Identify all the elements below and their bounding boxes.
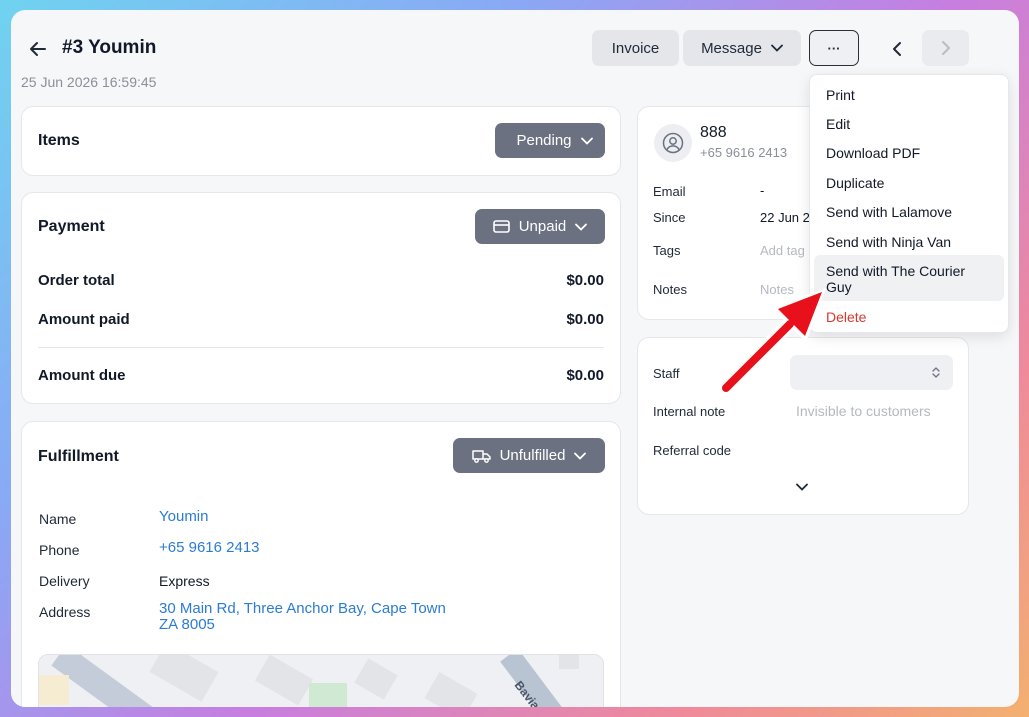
- add-tag-input[interactable]: Add tag: [760, 243, 805, 258]
- menu-item-send-courier-guy[interactable]: Send with The Courier Guy: [814, 255, 1004, 301]
- amount-paid-label: Amount paid: [38, 311, 130, 328]
- fulfillment-status-label: Unfulfilled: [499, 447, 566, 464]
- phone-link[interactable]: +65 9616 2413: [159, 539, 260, 556]
- menu-item-edit[interactable]: Edit: [814, 116, 1004, 132]
- notes-label: Notes: [653, 282, 687, 297]
- tags-label: Tags: [653, 243, 681, 258]
- fulfillment-card: Fulfillment Unfulfilled Name Youmin Phon…: [21, 421, 621, 707]
- menu-item-send-ninja-van[interactable]: Send with Ninja Van: [814, 234, 1004, 250]
- chevron-right-icon: [941, 41, 950, 55]
- menu-item-duplicate[interactable]: Duplicate: [814, 175, 1004, 191]
- delivery-map[interactable]: Bavia: [38, 654, 604, 707]
- referral-code-label: Referral code: [653, 443, 732, 458]
- back-arrow-icon[interactable]: [27, 38, 49, 60]
- chevron-down-icon: [575, 223, 588, 231]
- address-label: Address: [39, 604, 91, 620]
- order-date: 25 Jun 2026 16:59:45: [21, 74, 157, 90]
- amount-paid-value: $0.00: [566, 311, 604, 328]
- payment-status-label: Unpaid: [518, 218, 567, 235]
- chevron-down-icon: [574, 452, 587, 460]
- delivery-label: Delivery: [39, 573, 90, 589]
- address-link[interactable]: 30 Main Rd, Three Anchor Bay, Cape Town …: [159, 601, 446, 633]
- order-total-label: Order total: [38, 272, 115, 289]
- fulfillment-status-dropdown[interactable]: Unfulfilled: [453, 438, 605, 473]
- address-line-2: ZA 8005: [159, 616, 215, 633]
- invoice-button[interactable]: Invoice: [592, 30, 679, 66]
- staff-label: Staff: [653, 366, 680, 381]
- credit-card-icon: [492, 220, 510, 233]
- name-label: Name: [39, 511, 77, 527]
- menu-item-delete[interactable]: Delete: [814, 309, 1004, 325]
- internal-note-input[interactable]: Invisible to customers: [796, 403, 931, 419]
- amount-due-label: Amount due: [38, 367, 126, 384]
- internal-note-label: Internal note: [653, 404, 726, 419]
- since-value: 22 Jun 2: [760, 210, 810, 225]
- menu-item-send-lalamove[interactable]: Send with Lalamove: [814, 204, 1004, 220]
- email-value: -: [760, 183, 765, 198]
- menu-item-download-pdf[interactable]: Download PDF: [814, 145, 1004, 161]
- payment-title: Payment: [38, 218, 105, 235]
- customer-phone: +65 9616 2413: [700, 145, 788, 160]
- expand-chevron-icon[interactable]: [796, 478, 808, 496]
- avatar: [654, 124, 692, 162]
- annotation-arrow: [717, 288, 826, 397]
- amount-due-value: $0.00: [566, 367, 604, 384]
- message-button[interactable]: Message: [683, 30, 801, 66]
- items-status-label: Pending: [516, 132, 572, 149]
- previous-order-button[interactable]: [886, 38, 908, 60]
- page-title: #3 Youmin: [62, 37, 157, 58]
- chevron-left-icon: [893, 42, 901, 56]
- customer-name-link[interactable]: Youmin: [159, 508, 208, 525]
- ellipsis-icon: ···: [827, 40, 841, 56]
- invoice-button-label: Invoice: [611, 39, 660, 57]
- user-icon: [662, 132, 684, 154]
- next-order-button[interactable]: [922, 30, 969, 66]
- payment-status-dropdown[interactable]: Unpaid: [475, 209, 605, 244]
- chevron-down-icon: [580, 137, 593, 145]
- items-card: Items Pending: [21, 106, 621, 176]
- chevron-down-icon: [771, 44, 783, 52]
- payment-divider: [38, 347, 604, 348]
- delivery-value: Express: [159, 573, 210, 589]
- app-window: #3 Youmin 25 Jun 2026 16:59:45 Invoice M…: [11, 10, 1019, 707]
- message-button-label: Message: [701, 39, 762, 57]
- payment-card: Payment Unpaid Order total $0.00 Amount …: [21, 192, 621, 404]
- more-actions-button[interactable]: ···: [809, 30, 859, 66]
- email-label: Email: [653, 184, 686, 199]
- truck-icon: [471, 449, 491, 463]
- fulfillment-title: Fulfillment: [38, 448, 119, 465]
- phone-label: Phone: [39, 542, 80, 558]
- customer-name[interactable]: 888: [700, 124, 727, 142]
- since-label: Since: [653, 210, 686, 225]
- menu-item-print[interactable]: Print: [814, 87, 1004, 103]
- sort-arrows-icon: [932, 367, 940, 378]
- address-line-1: 30 Main Rd, Three Anchor Bay, Cape Town: [159, 600, 446, 617]
- items-status-dropdown[interactable]: Pending: [495, 123, 605, 158]
- more-actions-menu: Print Edit Download PDF Duplicate Send w…: [809, 74, 1009, 333]
- order-total-value: $0.00: [566, 272, 604, 289]
- items-title: Items: [38, 132, 80, 149]
